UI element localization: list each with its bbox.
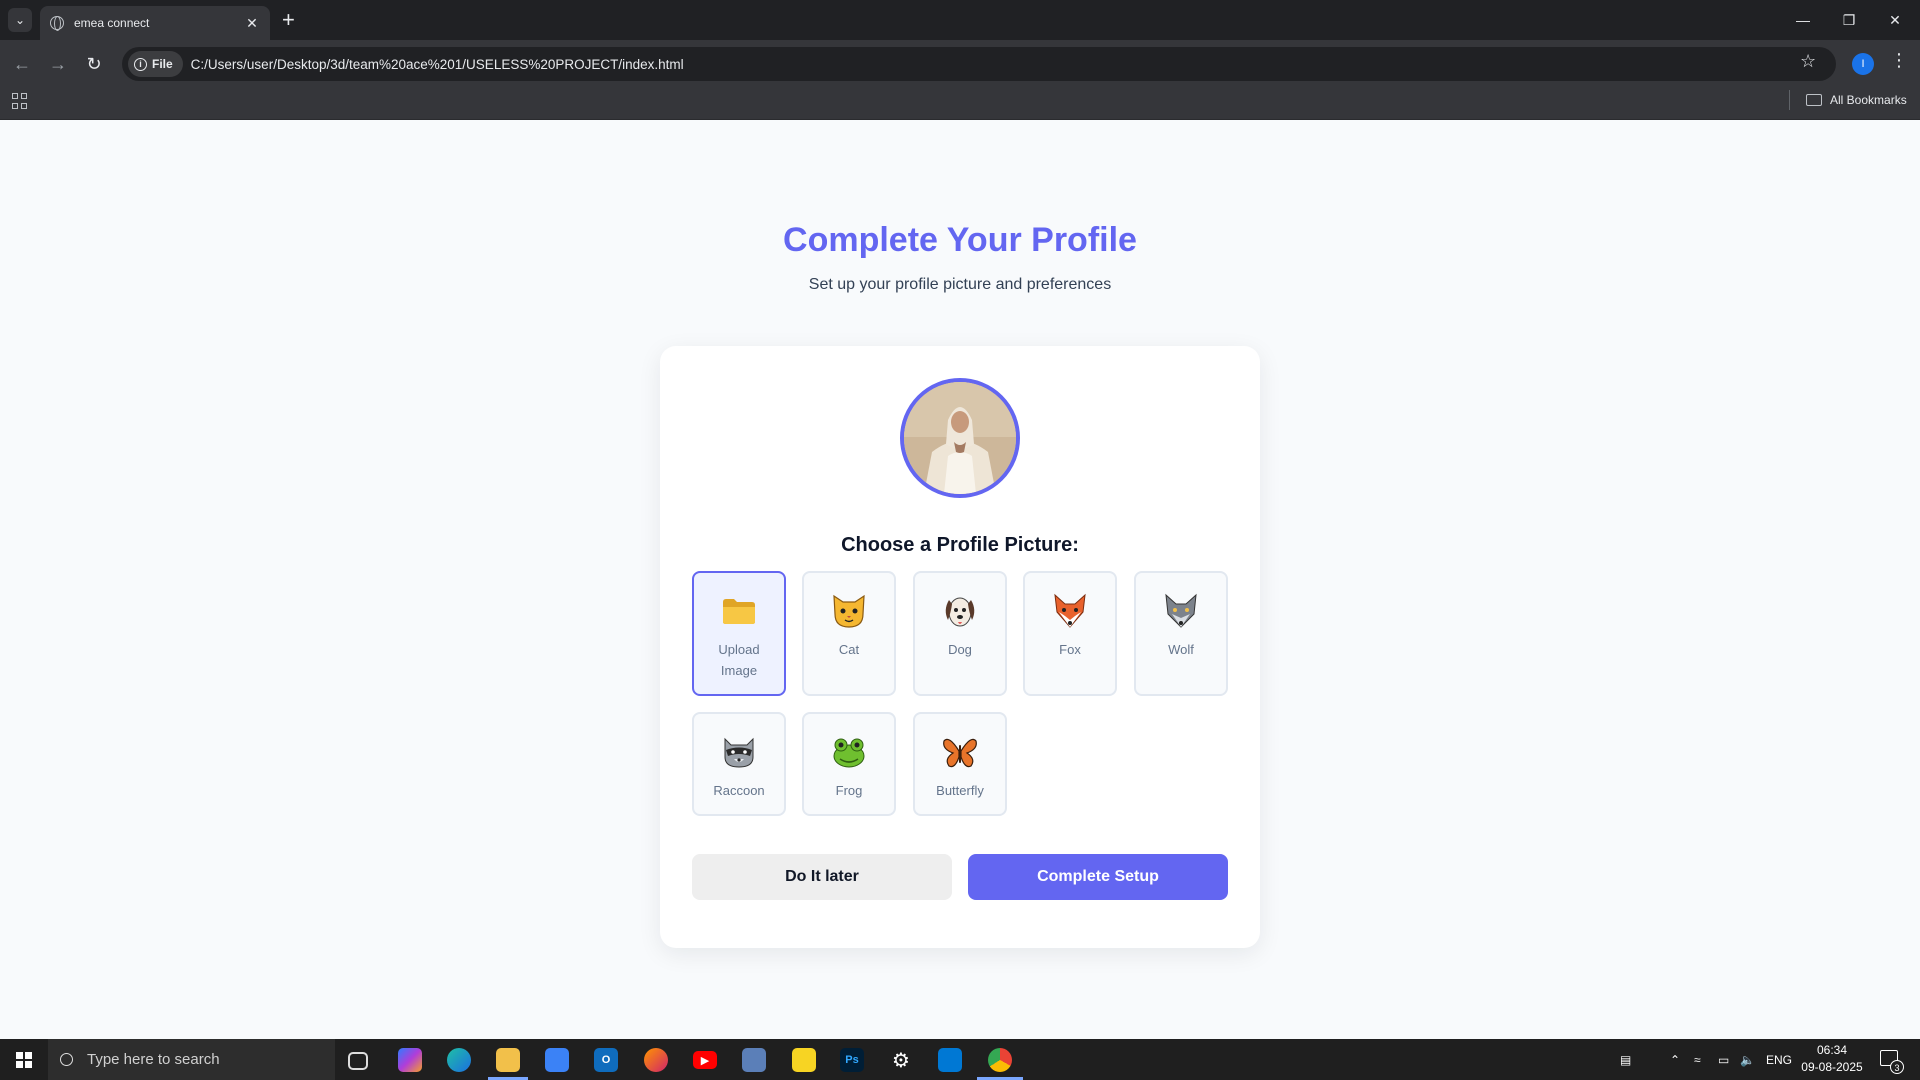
file-explorer-icon[interactable]	[496, 1048, 520, 1072]
option-fox[interactable]: Fox	[1023, 571, 1117, 696]
settings-gear-icon[interactable]: ⚙	[889, 1048, 913, 1072]
microsoft-store-icon[interactable]	[545, 1048, 569, 1072]
photoshop-icon[interactable]: Ps	[840, 1048, 864, 1072]
option-upload-image[interactable]: Upload Image	[692, 571, 786, 696]
chrome-icon[interactable]	[988, 1048, 1012, 1072]
copilot-icon[interactable]	[398, 1048, 422, 1072]
notification-count-badge: 3	[1890, 1060, 1904, 1074]
all-bookmarks-button[interactable]: All Bookmarks	[1806, 90, 1907, 110]
apps-grid-icon[interactable]	[12, 93, 28, 109]
option-label: Dog	[948, 642, 972, 657]
bookmarks-divider	[1789, 90, 1790, 110]
dog-icon	[940, 591, 980, 631]
news-widget-icon[interactable]: ▤	[1620, 1039, 1631, 1080]
minimize-button[interactable]: —	[1780, 0, 1826, 40]
edge-icon[interactable]	[447, 1048, 471, 1072]
search-icon	[60, 1053, 73, 1066]
option-label: Cat	[838, 642, 860, 657]
browser-menu-icon[interactable]: ⋮	[1890, 50, 1908, 71]
cat-icon	[829, 591, 869, 631]
remote-desktop-icon[interactable]	[742, 1048, 766, 1072]
network-icon[interactable]: ≈	[1694, 1039, 1701, 1080]
volume-icon[interactable]: 🔈	[1740, 1039, 1755, 1080]
task-view-icon[interactable]	[348, 1052, 368, 1070]
youtube-icon[interactable]: ▶	[693, 1051, 717, 1069]
tab-title: emea connect	[74, 16, 150, 30]
taskbar-search-box[interactable]: Type here to search	[48, 1039, 335, 1080]
profile-picture-preview	[900, 378, 1020, 498]
clock-time: 06:34	[1816, 1043, 1848, 1057]
vscode-icon[interactable]	[938, 1048, 962, 1072]
folder-icon	[719, 591, 759, 631]
page-title: Complete Your Profile	[783, 221, 1137, 259]
option-butterfly[interactable]: Butterfly	[913, 712, 1007, 816]
do-it-later-button[interactable]: Do It later	[692, 854, 952, 900]
battery-icon[interactable]: ▭	[1718, 1039, 1729, 1080]
language-indicator[interactable]: ENG	[1766, 1039, 1792, 1080]
outlook-icon[interactable]: O	[594, 1048, 618, 1072]
restore-button[interactable]: ❐	[1826, 0, 1872, 40]
frog-icon	[829, 732, 869, 772]
profile-photo	[904, 382, 1016, 494]
option-cat[interactable]: Cat	[802, 571, 896, 696]
forward-arrow-icon[interactable]: →	[44, 50, 72, 78]
page-content: Complete Your Profile Set up your profil…	[0, 121, 1920, 1039]
option-label: Butterfly	[936, 783, 984, 798]
tab-close-icon[interactable]: ✕	[244, 15, 260, 32]
option-dog[interactable]: Dog	[913, 571, 1007, 696]
windows-logo-icon	[16, 1051, 32, 1068]
complete-setup-button[interactable]: Complete Setup	[968, 854, 1228, 900]
option-label: Fox	[1059, 642, 1081, 657]
bookmark-star-icon[interactable]: ☆	[1800, 51, 1816, 72]
site-info-chip[interactable]: i File	[128, 51, 183, 77]
browser-tab[interactable]: emea connect ✕	[40, 6, 270, 40]
option-label: Upload Image	[718, 642, 760, 678]
tab-search-button[interactable]: ⌄	[8, 8, 32, 32]
option-label: Frog	[835, 783, 863, 798]
taskbar-search-placeholder: Type here to search	[87, 1051, 220, 1068]
profile-avatar[interactable]: I	[1852, 53, 1874, 75]
clock-date: 09-08-2025	[1801, 1060, 1863, 1074]
back-arrow-icon[interactable]: ←	[8, 50, 36, 78]
option-label: Raccoon	[713, 783, 765, 798]
page-subtitle: Set up your profile picture and preferen…	[808, 276, 1112, 293]
butterfly-icon	[940, 732, 980, 772]
site-info-label: File	[152, 57, 173, 71]
bookmarks-bar	[0, 84, 1920, 120]
option-frog[interactable]: Frog	[802, 712, 896, 816]
taskbar-clock[interactable]: 06:34 09-08-2025	[1796, 1042, 1868, 1076]
folder-icon	[1806, 94, 1822, 106]
option-label: Wolf	[1168, 642, 1194, 657]
start-button[interactable]	[0, 1039, 48, 1080]
reload-icon[interactable]: ↻	[80, 50, 108, 78]
fox-icon	[1050, 591, 1090, 631]
close-window-button[interactable]: ✕	[1872, 0, 1918, 40]
all-bookmarks-label: All Bookmarks	[1830, 93, 1907, 107]
new-tab-button[interactable]: +	[282, 8, 295, 32]
sticky-notes-icon[interactable]	[792, 1048, 816, 1072]
profile-setup-card: Choose a Profile Picture: Upload Image C…	[660, 346, 1260, 948]
url-text[interactable]: C:/Users/user/Desktop/3d/team%20ace%201/…	[191, 57, 684, 72]
choose-picture-label: Choose a Profile Picture:	[841, 534, 1079, 556]
show-hidden-icons-chevron[interactable]: ⌃	[1670, 1039, 1680, 1080]
info-icon: i	[134, 57, 147, 71]
firefox-icon[interactable]	[644, 1048, 668, 1072]
globe-icon	[50, 16, 64, 31]
option-wolf[interactable]: Wolf	[1134, 571, 1228, 696]
address-bar[interactable]: i File C:/Users/user/Desktop/3d/team%20a…	[122, 47, 1836, 81]
wolf-icon	[1161, 591, 1201, 631]
option-raccoon[interactable]: Raccoon	[692, 712, 786, 816]
raccoon-icon	[719, 732, 759, 772]
